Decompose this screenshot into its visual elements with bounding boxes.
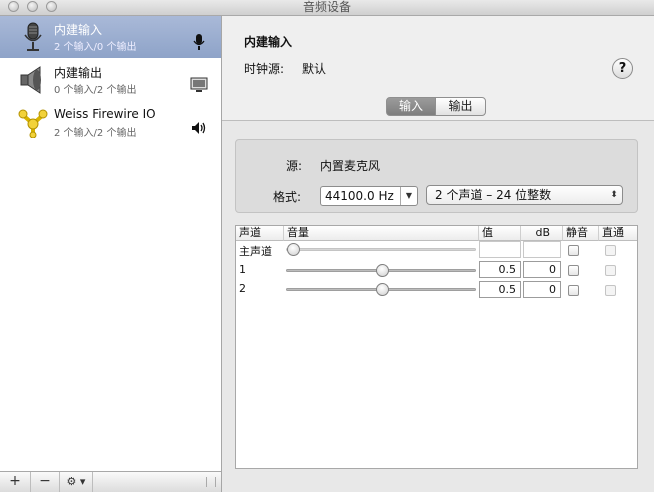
db-field[interactable] [523,241,561,258]
device-name: 内建输入 [54,23,103,37]
device-list-toolbar: + − ⚙ ▾ [0,471,221,492]
channel-format-value: 2 个声道 – 24 位整数 [435,188,552,202]
channel-name: 1 [239,263,246,276]
microphone-icon [24,22,42,51]
column-header-channel[interactable]: 声道 [236,226,284,241]
microphone-small-icon [193,34,205,50]
column-header-value[interactable]: 值 [479,226,521,241]
device-name: Weiss Firewire IO [54,107,156,121]
firewire-icon [18,109,48,138]
source-value: 内置麦克风 [320,159,381,173]
selected-device-name: 内建输入 [244,35,293,49]
format-label: 格式: [273,190,302,204]
add-device-button[interactable]: + [0,472,31,492]
db-field[interactable]: 0 [523,261,561,278]
volume-slider-track [286,248,476,251]
chevron-updown-icon: ⬍ [610,190,618,200]
clock-source-value[interactable]: 默认 [302,60,326,77]
device-detail-panel: 内建输入 时钟源: 默认 ? 输入 输出 源: 内置麦克风 格式: 44100.… [222,16,654,492]
column-header-thru[interactable]: 直通 [599,226,637,241]
remove-device-button[interactable]: − [31,472,60,492]
thru-checkbox[interactable] [605,265,616,276]
channel-name: 主声道 [239,245,272,258]
help-button[interactable]: ? [612,58,633,79]
audio-midi-window: 音频设备 内建输入 2 个输入/0 个输出 内建输出 0 个输入/2 个输出 W… [0,0,654,492]
volume-slider-master[interactable] [287,243,300,256]
device-item-weiss-firewire[interactable]: Weiss Firewire IO 2 个输入/2 个输出 [0,102,221,144]
value-field[interactable]: 0.5 [479,281,521,298]
device-io-count: 0 个输入/2 个输出 [54,85,137,96]
device-header: 内建输入 时钟源: 默认 ? 输入 输出 [222,16,654,121]
tab-output[interactable]: 输出 [435,97,486,116]
channel-table: 声道 音量 值 dB 静音 直通 主声道 1 0.5 0 2 0.5 0 [235,225,638,469]
mute-checkbox[interactable] [568,285,579,296]
volume-slider-ch2[interactable] [375,283,389,296]
channel-name: 2 [239,282,246,295]
thru-checkbox[interactable] [605,285,616,296]
value-field[interactable] [479,241,521,258]
mute-checkbox[interactable] [568,265,579,276]
chevron-down-icon: ▼ [400,187,417,205]
device-item-builtin-output[interactable]: 内建输出 0 个输入/2 个输出 [0,59,221,101]
speaker-icon [20,66,41,94]
device-io-count: 2 个输入/0 个输出 [54,42,137,53]
db-field[interactable]: 0 [523,281,561,298]
channel-format-select[interactable]: 2 个声道 – 24 位整数 ⬍ [426,185,623,205]
column-header-mute[interactable]: 静音 [563,226,599,241]
resize-grip-icon[interactable] [206,477,216,487]
speaker-volume-icon [192,122,206,134]
display-icon [190,77,208,92]
sample-rate-select[interactable]: 44100.0 Hz ▼ [320,186,418,206]
clock-source-label: 时钟源: [244,62,285,76]
sample-rate-value: 44100.0 Hz [325,189,394,203]
device-list: 内建输入 2 个输入/0 个输出 内建输出 0 个输入/2 个输出 Weiss … [0,16,222,492]
column-header-db[interactable]: dB [521,226,563,241]
source-label: 源: [286,159,303,173]
gear-menu-button[interactable]: ⚙ ▾ [60,472,93,492]
tab-input[interactable]: 输入 [386,97,436,116]
mute-checkbox[interactable] [568,245,579,256]
device-item-builtin-input[interactable]: 内建输入 2 个输入/0 个输出 [0,16,221,58]
title-bar: 音频设备 [0,0,654,16]
device-name: 内建输出 [54,66,103,80]
value-field[interactable]: 0.5 [479,261,521,278]
input-settings: 源: 内置麦克风 格式: 44100.0 Hz ▼ 2 个声道 – 24 位整数… [235,139,638,469]
column-header-volume[interactable]: 音量 [284,226,479,241]
source-format-box: 源: 内置麦克风 格式: 44100.0 Hz ▼ 2 个声道 – 24 位整数… [235,139,638,213]
device-io-count: 2 个输入/2 个输出 [54,128,137,139]
thru-checkbox[interactable] [605,245,616,256]
volume-slider-ch1[interactable] [375,264,389,277]
window-title: 音频设备 [302,0,351,14]
